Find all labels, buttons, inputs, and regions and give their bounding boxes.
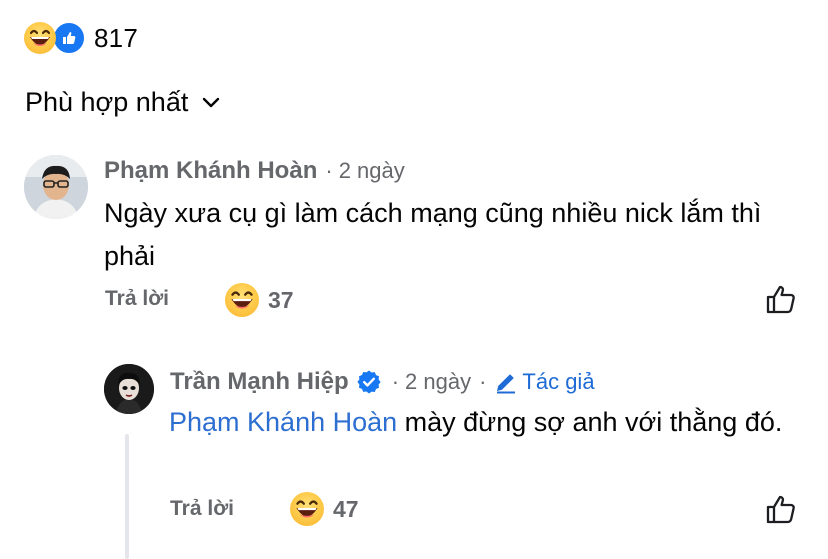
pencil-icon	[497, 374, 516, 394]
comment-text: Phạm Khánh Hoàn mày đừng sợ anh với thằn…	[169, 401, 809, 444]
reaction-count: 47	[333, 495, 359, 522]
like-button[interactable]	[764, 282, 798, 316]
comment-reactions[interactable]: 47	[290, 492, 359, 526]
reaction-summary[interactable]: 817	[24, 20, 138, 56]
haha-emoji-icon	[290, 492, 324, 526]
reaction-count: 37	[268, 286, 294, 313]
comment-header: Phạm Khánh Hoàn · 2 ngày	[104, 157, 405, 185]
author-badge-label: Tác giả	[522, 369, 595, 394]
thumbs-up-outline-icon	[766, 495, 795, 524]
comment-time[interactable]: 2 ngày	[339, 158, 405, 184]
reply-button[interactable]: Trả lời	[105, 287, 169, 311]
reply-header: Trần Mạnh Hiệp · 2 ngày · Tác giả	[170, 368, 595, 396]
comment-author[interactable]: Phạm Khánh Hoàn	[104, 157, 317, 185]
comment-text: Ngày xưa cụ gì làm cách mạng cũng nhiều …	[104, 198, 762, 271]
comment-author[interactable]: Trần Mạnh Hiệp	[170, 368, 349, 396]
haha-emoji-icon	[24, 22, 56, 54]
reaction-count: 817	[94, 22, 138, 53]
comment-reactions[interactable]: 37	[225, 283, 294, 317]
sort-dropdown[interactable]: Phù hợp nhất	[25, 87, 220, 118]
comment-time[interactable]: 2 ngày	[405, 369, 471, 395]
avatar[interactable]	[24, 155, 88, 219]
verified-badge-icon	[356, 369, 382, 395]
reply-text: mày đừng sợ anh với thằng đó.	[397, 407, 783, 437]
chevron-down-icon	[203, 97, 220, 107]
like-icon	[52, 21, 86, 55]
sort-label: Phù hợp nhất	[25, 87, 189, 117]
author-badge: Tác giả	[494, 369, 595, 395]
haha-emoji-icon	[225, 283, 259, 317]
avatar[interactable]	[104, 364, 154, 414]
mention-link[interactable]: Phạm Khánh Hoàn	[169, 407, 397, 437]
separator: ·	[325, 158, 333, 183]
separator: ·	[391, 369, 400, 394]
separator: ·	[479, 369, 487, 394]
like-button[interactable]	[764, 492, 798, 526]
thumbs-up-outline-icon	[766, 285, 795, 314]
reply-button[interactable]: Trả lời	[170, 497, 234, 521]
thread-line	[125, 434, 129, 559]
